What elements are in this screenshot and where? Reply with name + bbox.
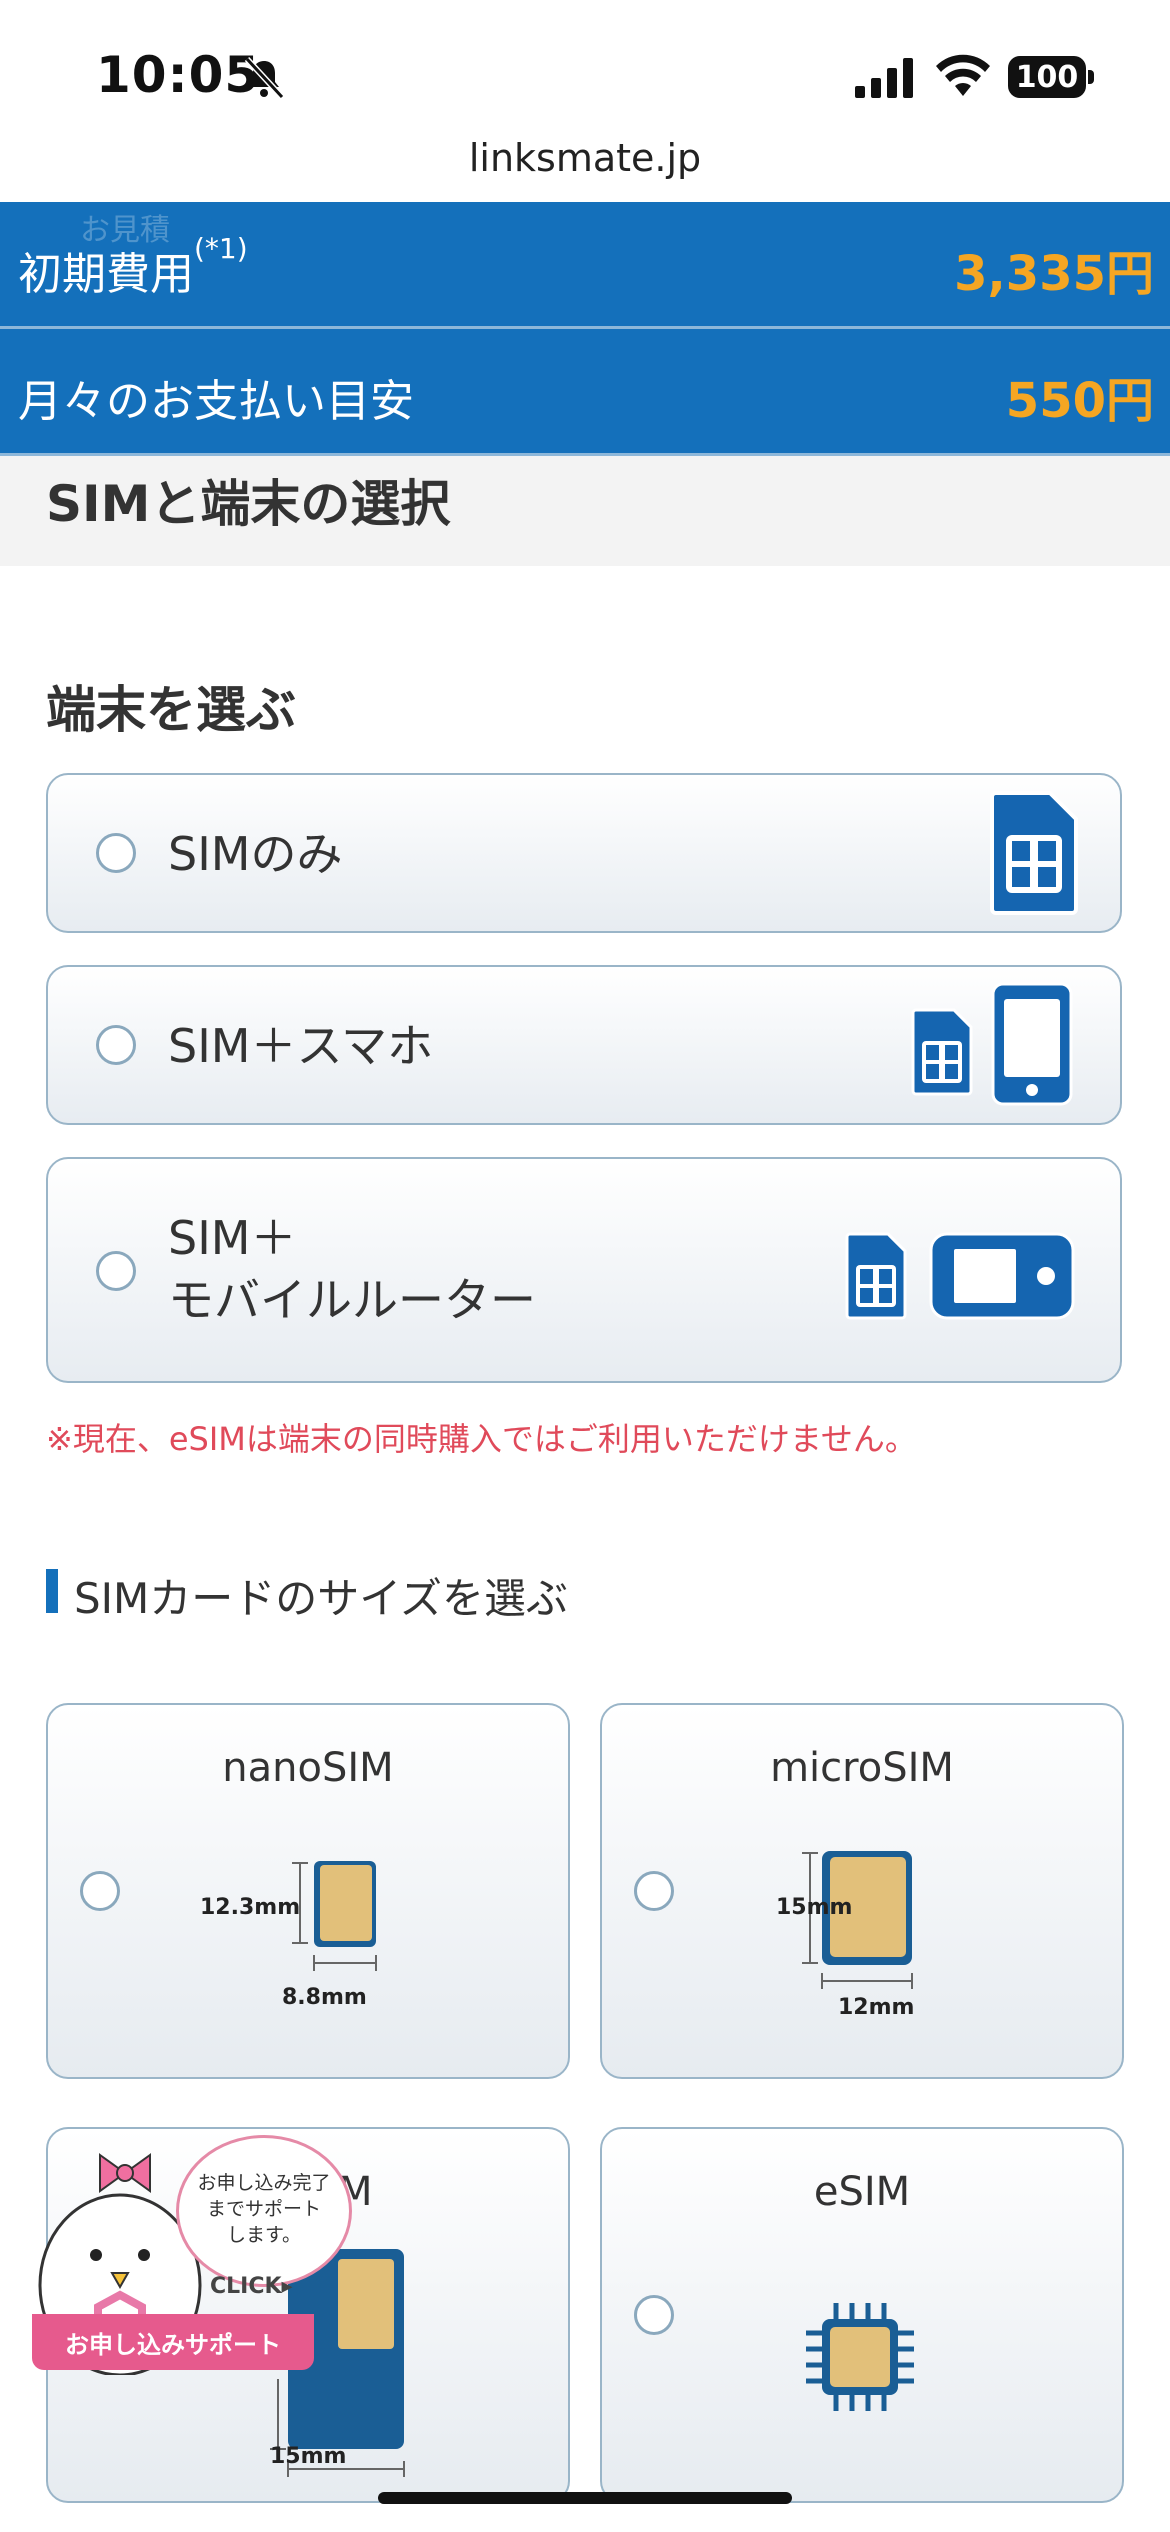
wifi-icon [936,54,990,96]
microsim-width: 12mm [838,1995,915,2020]
initial-cost-label: 初期費用 [18,249,194,300]
battery-icon: 100 [1008,56,1086,98]
card-esim[interactable]: eSIM [600,2127,1124,2503]
browser-url[interactable]: linksmate.jp [0,136,1170,180]
radio-sim-smartphone[interactable] [96,1025,136,1065]
sim-size-title: SIMカードのサイズを選ぶ [46,1565,568,1626]
radio-sim-only[interactable] [96,833,136,873]
smartphone-icon [991,982,1073,1106]
initial-cost-value: 3,335円 [954,246,1154,302]
click-text: CLICK [210,2274,282,2299]
monthly-cost-value: 550円 [1005,373,1154,429]
microsim-height: 15mm [776,1895,853,1920]
esim-notice: ※現在、eSIMは端末の同時購入ではご利用いただけません。 [46,1420,917,1458]
card-nanosim[interactable]: nanoSIM 12.3mm 8.8mm [46,1703,570,2079]
nanosim-height: 12.3mm [200,1895,301,1920]
section-title: SIMと端末の選択 [46,475,451,533]
status-bar: 10:05 100 linksmate.jp [0,0,1170,180]
standard-sim-width: 15mm [270,2444,347,2469]
option-sim-router[interactable]: SIM＋ モバイルルーター [46,1157,1122,1383]
option-sim-only[interactable]: SIMのみ [46,773,1122,933]
monthly-cost-bar: 月々のお支払い目安 550円 [0,329,1170,453]
play-arrow-icon: ▸ [281,2274,293,2299]
bubble-text: お申し込み完了 [197,2172,331,2194]
home-indicator[interactable] [378,2492,792,2504]
radio-nanosim[interactable] [80,1871,120,1911]
option-label: SIM＋スマホ [168,1019,434,1073]
esim-chip-icon [806,2303,914,2411]
clock: 10:05 [96,46,261,104]
radio-microsim[interactable] [634,1871,674,1911]
bubble-text: までサポート [206,2198,321,2220]
radio-sim-router[interactable] [96,1251,136,1291]
option-sim-smartphone[interactable]: SIM＋スマホ [46,965,1122,1125]
initial-cost-bar: 初期費用(*1) 3,335円 [0,202,1170,326]
support-bubble[interactable]: お申し込み完了 までサポート します。 [176,2135,352,2287]
cellular-signal-icon [855,58,913,98]
mobile-router-icon [929,1232,1075,1320]
bubble-text: します。 [226,2224,302,2246]
card-title: microSIM [770,1745,954,1791]
card-microsim[interactable]: microSIM 15mm 12mm [600,1703,1124,2079]
option-label-line1: SIM＋ [168,1211,297,1265]
option-label: SIMのみ [168,827,343,881]
device-select-title: 端末を選ぶ [46,681,296,739]
radio-esim[interactable] [634,2295,674,2335]
initial-cost-footnote: (*1) [194,232,248,265]
apply-support-button[interactable]: お申し込みサポート [32,2314,314,2370]
sim-card-icon [911,1008,973,1096]
monthly-cost-label: 月々のお支払い目安 [18,376,414,427]
card-title: eSIM [813,2169,911,2215]
nanosim-width: 8.8mm [282,1985,367,2010]
option-label-line2: モバイルルーター [168,1273,536,1327]
sim-card-icon [990,791,1078,915]
battery-tip [1088,70,1094,84]
section-header: SIMと端末の選択 [0,456,1170,566]
sim-card-icon [845,1232,907,1320]
nanosim-chip-icon [292,1861,377,1971]
estimate-ghost-text: お見積 [80,213,170,248]
support-click-label[interactable]: CLICK▸ [210,2274,293,2299]
bell-off-icon [244,56,285,100]
card-title: nanoSIM [222,1745,394,1791]
